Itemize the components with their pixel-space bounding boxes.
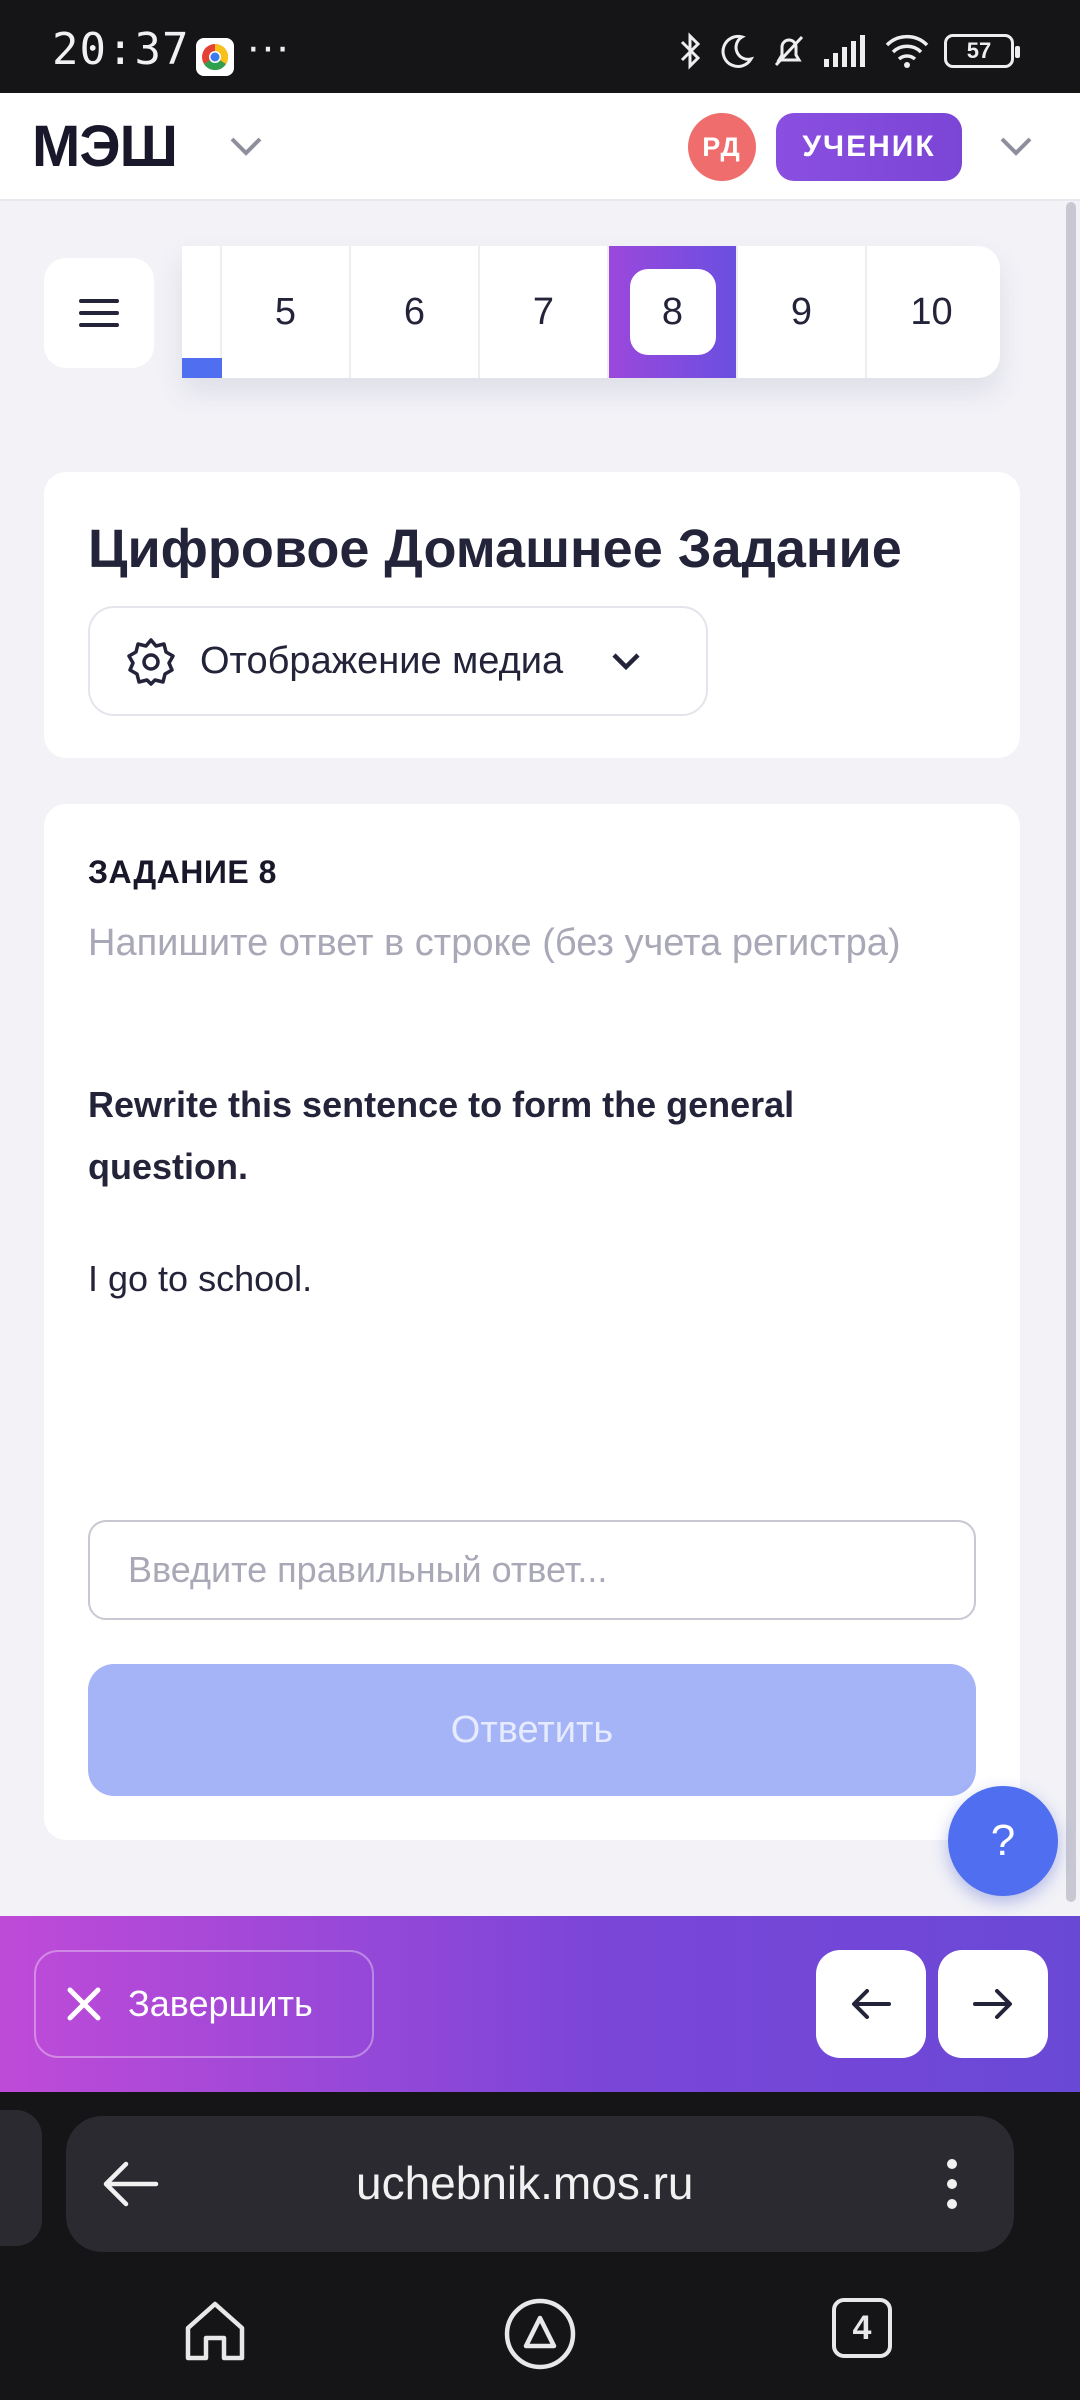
url-text: uchebnik.mos.ru — [356, 2157, 694, 2209]
home-icon[interactable] — [180, 2296, 250, 2366]
browser-bar: uchebnik.mos.ru — [0, 2092, 1080, 2272]
media-display-dropdown[interactable]: Отображение медиа — [88, 606, 708, 716]
question-item-8-active[interactable]: 8 — [609, 246, 738, 378]
avatar[interactable]: РД — [688, 113, 756, 181]
status-bar: 20:37 ··· 57 — [0, 0, 1080, 93]
chrome-icon — [196, 38, 234, 76]
question-item-6[interactable]: 6 — [351, 246, 480, 378]
chevron-down-icon[interactable] — [996, 131, 1036, 161]
media-display-label: Отображение медиа — [200, 639, 564, 682]
status-time: 20:37 — [52, 24, 190, 75]
question-item-10[interactable]: 10 — [867, 246, 996, 378]
do-not-disturb-moon-icon — [721, 34, 755, 68]
task-instruction: Rewrite this sentence to form the genera… — [88, 1084, 795, 1187]
menu-button[interactable] — [44, 258, 154, 368]
scrollbar[interactable] — [1066, 202, 1076, 1902]
arrow-left-icon — [852, 1989, 891, 2019]
previous-tab-stub[interactable] — [0, 2110, 42, 2246]
task-number: ЗАДАНИЕ 8 — [88, 854, 277, 890]
arrow-right-icon — [973, 1989, 1012, 2019]
action-bar: Завершить — [0, 1916, 1080, 2092]
hamburger-menu-icon — [79, 299, 119, 327]
page-title: Цифровое Домашнее Задание — [88, 519, 902, 579]
tab-switcher-button[interactable]: 4 — [832, 2298, 892, 2358]
signal-icon — [824, 35, 865, 67]
previous-question-button[interactable] — [816, 1950, 926, 2058]
submit-answer-button[interactable]: Ответить — [88, 1664, 976, 1796]
gear-icon — [127, 638, 175, 686]
chevron-down-icon[interactable] — [226, 131, 266, 161]
battery-icon: 57 — [944, 34, 1020, 68]
role-button[interactable]: УЧЕНИК — [776, 113, 962, 181]
question-item-9[interactable]: 9 — [738, 246, 867, 378]
question-item-5[interactable]: 5 — [222, 246, 351, 378]
question-item-7[interactable]: 7 — [480, 246, 609, 378]
question-navigator: 5 6 7 8 9 10 — [182, 246, 1000, 378]
help-button[interactable]: ? — [948, 1786, 1058, 1896]
task-card: ЗАДАНИЕ 8 Напишите ответ в строке (без у… — [44, 804, 1020, 1840]
task-hint: Напишите ответ в строке (без учета регис… — [88, 922, 901, 964]
app-header: МЭШ РД УЧЕНИК — [0, 93, 1080, 201]
bell-muted-icon — [774, 35, 804, 67]
app-logo[interactable]: МЭШ — [32, 113, 178, 180]
task-sentence: I go to school. — [88, 1258, 313, 1299]
next-question-button[interactable] — [938, 1950, 1048, 2058]
finish-label: Завершить — [128, 1983, 313, 2024]
finish-button[interactable]: Завершить — [34, 1950, 374, 2058]
notification-more-icon: ··· — [246, 22, 290, 71]
question-item-partial[interactable] — [182, 246, 222, 378]
title-card: Цифровое Домашнее Задание Отображение ме… — [44, 472, 1020, 758]
address-bar[interactable]: uchebnik.mos.ru — [66, 2116, 1014, 2252]
assistant-icon[interactable] — [502, 2296, 578, 2372]
close-icon — [67, 1987, 101, 2021]
back-arrow-icon[interactable] — [98, 2154, 162, 2214]
more-vertical-icon[interactable] — [942, 2154, 962, 2214]
chevron-down-icon — [612, 653, 640, 671]
bluetooth-icon — [680, 32, 701, 70]
status-icons: 57 — [678, 28, 1020, 74]
system-navigation: 4 — [0, 2272, 1080, 2400]
wifi-icon — [885, 34, 929, 68]
answer-input[interactable] — [88, 1520, 976, 1620]
